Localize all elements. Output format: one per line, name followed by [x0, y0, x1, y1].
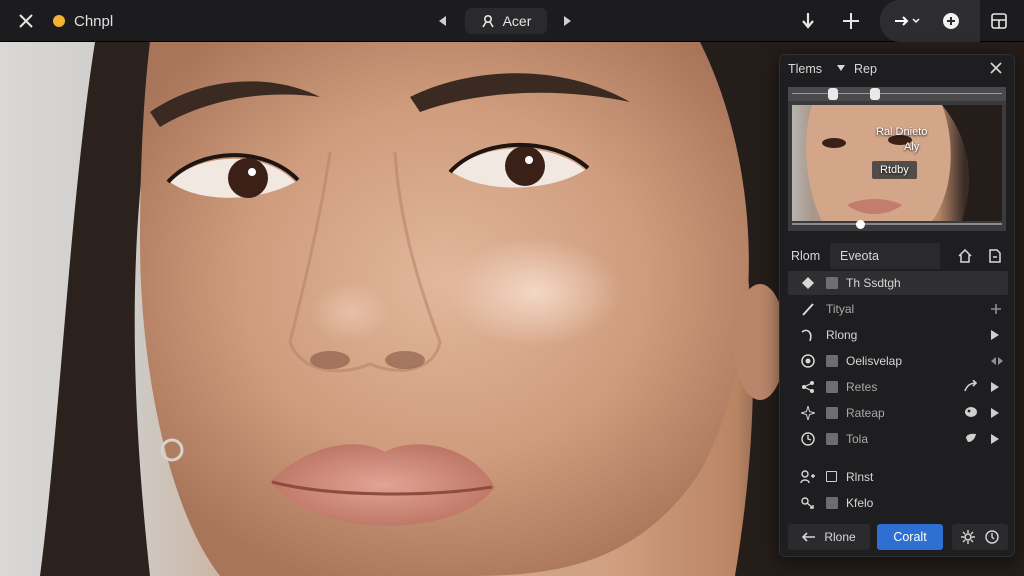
tab-first[interactable]: Rlom	[788, 243, 830, 269]
preview-overlay-sub: Aly	[904, 141, 920, 153]
link-icon	[800, 495, 816, 511]
row-label: Tola	[846, 432, 869, 446]
row-checkbox[interactable]	[826, 497, 838, 509]
panel-header: Tlems Rep	[780, 55, 1016, 83]
diamond-icon	[800, 275, 816, 291]
list-item[interactable]: Th Ssdtgh	[788, 271, 1008, 295]
panel-subtitle[interactable]: Rep	[854, 62, 877, 76]
download-button[interactable]	[795, 0, 821, 42]
dropdown-caret-icon[interactable]	[836, 64, 846, 72]
arrow-menu-button[interactable]	[890, 0, 926, 42]
target-icon	[800, 353, 816, 369]
panel-title: Tlems	[788, 62, 823, 76]
play-icon[interactable]	[990, 407, 1000, 422]
close-icon[interactable]	[990, 62, 1002, 74]
play-icon[interactable]	[990, 329, 1000, 344]
panel-footer: Rlone Coralt	[788, 524, 1008, 550]
document-title: Chnpl	[74, 12, 114, 30]
drop-icon[interactable]	[964, 432, 978, 447]
home-icon[interactable]	[958, 249, 972, 263]
brush-icon	[800, 301, 816, 317]
add-circle-button[interactable]	[938, 0, 964, 42]
layout-icon	[991, 13, 1007, 29]
list-item[interactable]: Tityal	[788, 297, 1008, 321]
row-checkbox[interactable]	[826, 407, 838, 419]
play-icon[interactable]	[990, 381, 1000, 396]
tools-panel: Tlems Rep Ral Dnieto Aly Rtdby Rlom Eveo…	[779, 54, 1015, 557]
arrow-menu-icon	[895, 16, 920, 26]
list-item[interactable]: Retes	[788, 375, 1008, 399]
row-checkbox[interactable]	[826, 381, 838, 393]
list-item[interactable]: Oelisvelap	[788, 349, 1008, 373]
chevron-right-icon	[564, 16, 571, 26]
arrow-left-icon	[802, 532, 816, 542]
preview-slider[interactable]	[792, 223, 1002, 225]
list-item[interactable]: Rlnst	[788, 465, 1008, 489]
split-icon[interactable]	[990, 355, 1004, 369]
list-item[interactable]: Kfelo	[788, 491, 1008, 515]
panel-tabs: Rlom Eveota	[788, 243, 1008, 269]
chevron-left-icon	[439, 16, 446, 26]
add-circle-icon	[943, 13, 959, 29]
preview-overlay-badge: Rtdby	[872, 161, 917, 179]
row-checkbox[interactable]	[826, 355, 838, 367]
row-label: Th Ssdtgh	[846, 276, 901, 290]
scale-handle[interactable]	[828, 88, 838, 100]
preview-slider-handle[interactable]	[856, 220, 865, 229]
palette-icon[interactable]	[964, 406, 978, 421]
row-label: Retes	[846, 380, 878, 394]
next-button[interactable]	[556, 0, 580, 42]
row-label: Tityal	[826, 302, 855, 316]
plus-icon	[843, 13, 859, 29]
close-icon	[19, 14, 33, 28]
row-label: Kfelo	[846, 496, 874, 510]
tab-second[interactable]: Eveota	[830, 243, 940, 269]
row-label: Oelisvelap	[846, 354, 903, 368]
play-icon[interactable]	[990, 433, 1000, 448]
footer-tools	[952, 524, 1008, 550]
row-checkbox[interactable]	[826, 433, 838, 445]
preview-overlay-name: Ral Dnieto	[876, 126, 928, 138]
download-icon	[802, 13, 814, 29]
row-label: Rlnst	[846, 470, 874, 484]
scale-handle[interactable]	[870, 88, 880, 100]
back-button[interactable]: Rlone	[788, 524, 870, 550]
document-icon[interactable]	[988, 249, 1002, 263]
row-label: Rlong	[826, 328, 858, 342]
status-dot	[52, 0, 66, 42]
clock-icon	[800, 431, 816, 447]
sparkle-icon	[800, 405, 816, 421]
primary-button[interactable]: Coralt	[877, 524, 943, 550]
add-button[interactable]	[838, 0, 864, 42]
profile-label: Acer	[502, 13, 532, 29]
top-toolbar: Chnpl Acer	[0, 0, 1024, 42]
gear-icon[interactable]	[961, 530, 976, 544]
share-icon	[800, 379, 816, 395]
history-icon[interactable]	[984, 530, 999, 544]
profile-selector[interactable]: Acer	[465, 8, 547, 34]
row-checkbox[interactable]	[826, 277, 838, 289]
people-icon	[800, 469, 816, 485]
list-item[interactable]: Rateap	[788, 401, 1008, 425]
row-option-box[interactable]	[826, 471, 837, 482]
curve-icon	[800, 327, 816, 343]
preview-thumbnail[interactable]: Ral Dnieto Aly Rtdby	[788, 87, 1006, 231]
preview-image: Ral Dnieto Aly Rtdby	[792, 105, 1002, 221]
previous-button[interactable]	[430, 0, 454, 42]
back-label: Rlone	[824, 530, 856, 544]
arrow-icon[interactable]	[964, 379, 978, 395]
row-label: Rateap	[846, 406, 885, 420]
list-item[interactable]: Rlong	[788, 323, 1008, 347]
layout-button[interactable]	[986, 0, 1012, 42]
close-button[interactable]	[12, 0, 40, 42]
person-icon	[481, 14, 494, 28]
list-item[interactable]: Tola	[788, 427, 1008, 451]
cross-icon[interactable]	[990, 303, 1002, 318]
preview-scale	[788, 87, 1006, 101]
